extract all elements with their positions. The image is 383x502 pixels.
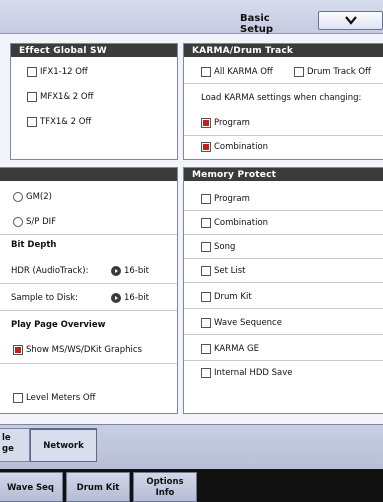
protect-song-label: Song	[214, 242, 236, 252]
checkbox-box[interactable]	[201, 292, 211, 302]
karma-combination-label: Combination	[214, 142, 269, 152]
checkbox-box[interactable]	[201, 142, 211, 152]
protect-program-label: Program	[214, 194, 250, 204]
protect-drum-kit-label: Drum Kit	[214, 292, 252, 302]
protect-song-checkbox[interactable]: Song	[201, 242, 235, 252]
page-header: Basic Setup	[0, 0, 383, 35]
tab-page-partial[interactable]: le ge	[0, 428, 30, 462]
level-meters-checkbox[interactable]: Level Meters Off	[13, 393, 95, 403]
all-karma-off-label: All KARMA Off	[214, 67, 273, 77]
spdif-radio[interactable]: S/P DIF	[13, 217, 56, 227]
checkbox-box[interactable]	[201, 242, 211, 252]
sample-value: 16-bit	[124, 293, 149, 303]
bit-depth-heading: Bit Depth	[11, 240, 57, 250]
play-page-overview-heading: Play Page Overview	[11, 320, 106, 330]
level-meters-label: Level Meters Off	[26, 393, 96, 403]
gm2-label: GM(2)	[26, 192, 52, 202]
checkbox-box[interactable]	[27, 117, 37, 127]
options-line1: Options	[146, 477, 184, 487]
hdr-value: 16-bit	[124, 266, 149, 276]
tab-partial-line1: le	[2, 433, 11, 443]
karma-panel: KARMA/Drum Track All KARMA Off Drum Trac…	[183, 43, 383, 160]
left-panel-header	[0, 168, 177, 181]
protect-combination-checkbox[interactable]: Combination	[201, 218, 268, 228]
tab-options-info[interactable]: Options Info	[133, 472, 197, 502]
arrow-right-icon	[111, 266, 121, 276]
protect-drum-kit-checkbox[interactable]: Drum Kit	[201, 292, 252, 302]
checkbox-box[interactable]	[13, 393, 23, 403]
tfx-off-label: TFX1& 2 Off	[40, 117, 92, 127]
checkbox-box[interactable]	[27, 67, 37, 77]
effect-global-title: Effect Global SW	[11, 44, 177, 57]
gm2-radio[interactable]: GM(2)	[13, 192, 52, 202]
checkbox-box[interactable]	[201, 218, 211, 228]
tab-drum-kit[interactable]: Drum Kit	[66, 472, 130, 502]
karma-title: KARMA/Drum Track	[184, 44, 383, 57]
hdr-bit-selector[interactable]: 16-bit	[111, 266, 149, 276]
checkbox-box[interactable]	[201, 344, 211, 354]
arrow-right-icon	[111, 293, 121, 303]
checkbox-box[interactable]	[13, 345, 23, 355]
protect-karma-ge-checkbox[interactable]: KARMA GE	[201, 344, 259, 354]
sample-to-disk-label: Sample to Disk:	[11, 293, 78, 303]
page-menu-dropdown[interactable]	[318, 11, 383, 30]
sample-bit-selector[interactable]: 16-bit	[111, 293, 149, 303]
checkbox-box[interactable]	[294, 67, 304, 77]
checkbox-box[interactable]	[201, 67, 211, 77]
checkbox-box[interactable]	[201, 266, 211, 276]
protect-set-list-label: Set List	[214, 266, 246, 276]
protect-combination-label: Combination	[214, 218, 269, 228]
left-settings-panel: GM(2) S/P DIF Bit Depth HDR (AudioTrack)…	[0, 167, 178, 414]
effect-global-panel: Effect Global SW IFX1-12 Off MFX1& 2 Off…	[10, 43, 178, 160]
protect-hdd-save-label: Internal HDD Save	[214, 368, 293, 378]
radio-circle[interactable]	[13, 217, 23, 227]
ifx-off-checkbox[interactable]: IFX1-12 Off	[27, 67, 88, 77]
hdr-label: HDR (AudioTrack):	[11, 266, 89, 276]
show-graphics-label: Show MS/WS/DKit Graphics	[26, 345, 142, 355]
tab-wave-seq[interactable]: Wave Seq	[0, 472, 63, 502]
protect-hdd-save-checkbox[interactable]: Internal HDD Save	[201, 368, 293, 378]
all-karma-off-checkbox[interactable]: All KARMA Off	[201, 67, 273, 77]
spdif-label: S/P DIF	[26, 217, 57, 227]
checkbox-box[interactable]	[201, 368, 211, 378]
checkbox-box[interactable]	[201, 194, 211, 204]
protect-wave-sequence-checkbox[interactable]: Wave Sequence	[201, 318, 282, 328]
radio-circle[interactable]	[13, 192, 23, 202]
chevron-down-icon	[345, 16, 357, 25]
ifx-off-label: IFX1-12 Off	[40, 67, 88, 77]
protect-set-list-checkbox[interactable]: Set List	[201, 266, 246, 276]
drum-track-off-label: Drum Track Off	[307, 67, 371, 77]
checkbox-box[interactable]	[201, 318, 211, 328]
karma-program-checkbox[interactable]: Program	[201, 118, 250, 128]
tab-network[interactable]: Network	[30, 428, 97, 462]
mfx-off-checkbox[interactable]: MFX1& 2 Off	[27, 92, 93, 102]
protect-wave-sequence-label: Wave Sequence	[214, 318, 282, 328]
tab-partial-line2: ge	[2, 444, 14, 454]
page-title: Basic Setup	[240, 13, 274, 35]
checkbox-box[interactable]	[27, 92, 37, 102]
karma-program-label: Program	[214, 118, 250, 128]
protect-program-checkbox[interactable]: Program	[201, 194, 250, 204]
show-graphics-checkbox[interactable]: Show MS/WS/DKit Graphics	[13, 345, 142, 355]
karma-combination-checkbox[interactable]: Combination	[201, 142, 268, 152]
drum-track-off-checkbox[interactable]: Drum Track Off	[294, 67, 371, 77]
memory-protect-title: Memory Protect	[184, 168, 383, 181]
memory-protect-panel: Memory Protect Program Combination Song …	[183, 167, 383, 414]
tfx-off-checkbox[interactable]: TFX1& 2 Off	[27, 117, 91, 127]
options-line2: Info	[155, 488, 175, 498]
protect-karma-ge-label: KARMA GE	[214, 344, 259, 354]
checkbox-box[interactable]	[201, 118, 211, 128]
load-karma-label: Load KARMA settings when changing:	[201, 93, 362, 103]
mfx-off-label: MFX1& 2 Off	[40, 92, 94, 102]
